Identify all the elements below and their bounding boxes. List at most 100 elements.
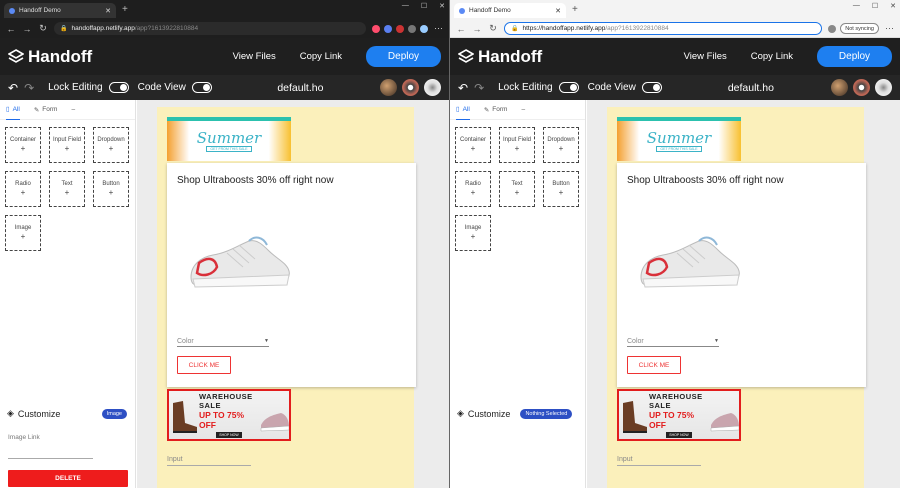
component-container[interactable]: Container +: [5, 127, 41, 163]
lock-editing-toggle[interactable]: [108, 82, 129, 93]
avatar[interactable]: [852, 79, 870, 96]
back-icon[interactable]: ←: [456, 24, 466, 34]
page-canvas[interactable]: Summer GET FROM THIS SALE Shop Ultraboos…: [607, 107, 866, 488]
component-radio[interactable]: Radio +: [455, 171, 491, 207]
component-image[interactable]: Image +: [455, 215, 491, 251]
summer-banner-image[interactable]: Summer GET FROM THIS SALE: [617, 117, 741, 161]
component-container[interactable]: Container +: [455, 127, 491, 163]
component-grid: Container + Input Field + Dropdown + Radio + Tex…: [450, 120, 585, 258]
view-files-link[interactable]: View Files: [684, 51, 727, 62]
menu-icon[interactable]: ⋯: [885, 23, 894, 34]
shoe-image[interactable]: [183, 227, 295, 295]
new-tab-icon[interactable]: +: [572, 4, 578, 15]
undo-icon[interactable]: ↶: [458, 81, 468, 95]
tab-more[interactable]: –: [71, 100, 75, 120]
shoe-image[interactable]: [633, 227, 745, 295]
avatar[interactable]: [830, 79, 848, 96]
browser-tab[interactable]: Handoff Demo ✕: [454, 3, 566, 18]
extension-icon[interactable]: [828, 24, 837, 33]
extension-icon[interactable]: [372, 24, 380, 33]
product-card[interactable]: Shop Ultraboosts 30% off right now Color…: [617, 163, 866, 387]
deploy-button[interactable]: Deploy: [366, 46, 441, 67]
avatar[interactable]: [874, 79, 892, 96]
logo[interactable]: Handoff: [8, 47, 92, 67]
reload-icon[interactable]: ↻: [488, 23, 498, 34]
all-icon: ▯: [6, 106, 10, 113]
component-radio[interactable]: Radio +: [5, 171, 41, 207]
menu-icon[interactable]: ⋯: [434, 23, 443, 34]
close-icon[interactable]: ✕: [555, 7, 561, 15]
code-view-toggle[interactable]: [641, 82, 662, 93]
click-me-button[interactable]: CLICK ME: [627, 356, 681, 374]
plus-icon: +: [558, 187, 564, 197]
new-tab-icon[interactable]: +: [122, 4, 128, 15]
copy-link-link[interactable]: Copy Link: [751, 51, 793, 62]
browser-tab[interactable]: Handoff Demo ✕: [4, 3, 116, 18]
minimize-icon[interactable]: —: [402, 2, 409, 10]
address-bar[interactable]: 🔒 handoffapp.netlify.app /app?1613922810…: [54, 22, 366, 35]
component-label: Text: [511, 180, 523, 187]
view-files-link[interactable]: View Files: [233, 51, 276, 62]
close-icon[interactable]: ✕: [105, 7, 111, 15]
deploy-button[interactable]: Deploy: [817, 46, 892, 67]
minimize-icon[interactable]: —: [853, 2, 860, 10]
redo-icon[interactable]: ↷: [24, 81, 34, 95]
input-field[interactable]: Input: [167, 456, 251, 466]
component-button[interactable]: Button +: [543, 171, 579, 207]
extension-icon[interactable]: [408, 24, 416, 33]
window-close-icon[interactable]: ✕: [890, 2, 896, 10]
delete-button[interactable]: DELETE: [8, 470, 128, 487]
extension-icon[interactable]: [384, 24, 392, 33]
redo-icon[interactable]: ↷: [474, 81, 484, 95]
code-view-toggle[interactable]: [191, 82, 212, 93]
tab-more[interactable]: –: [521, 100, 525, 120]
warehouse-sale-image[interactable]: WAREHOUSE SALE UP TO 75% OFF SHOP NOW: [617, 389, 741, 441]
component-input-field[interactable]: Input Field +: [499, 127, 535, 163]
lock-editing-toggle[interactable]: [558, 82, 579, 93]
tab-strip: Handoff Demo ✕ + — ☐ ✕: [450, 0, 900, 18]
maximize-icon[interactable]: ☐: [872, 2, 878, 10]
component-image[interactable]: Image +: [5, 215, 41, 251]
image-link-input[interactable]: [8, 458, 93, 459]
input-field[interactable]: Input: [617, 456, 701, 466]
color-select[interactable]: Color ▼: [627, 336, 719, 347]
avatar[interactable]: [423, 79, 441, 96]
avatar[interactable]: [379, 79, 397, 96]
avatar[interactable]: [401, 79, 419, 96]
product-card[interactable]: Shop Ultraboosts 30% off right now Color…: [167, 163, 416, 387]
tab-form[interactable]: ✎ Form: [484, 100, 508, 120]
forward-icon[interactable]: →: [22, 24, 32, 34]
warehouse-line1: WAREHOUSE SALE: [649, 392, 703, 410]
component-dropdown[interactable]: Dropdown +: [93, 127, 129, 163]
component-text[interactable]: Text +: [499, 171, 535, 207]
address-bar[interactable]: 🔒 https:// handoffapp.netlify.app /app?1…: [504, 22, 823, 35]
copy-link-link[interactable]: Copy Link: [300, 51, 342, 62]
maximize-icon[interactable]: ☐: [421, 2, 427, 10]
undo-icon[interactable]: ↶: [8, 81, 18, 95]
component-button[interactable]: Button +: [93, 171, 129, 207]
forward-icon[interactable]: →: [472, 24, 482, 34]
selection-badge: Image: [101, 408, 127, 419]
plus-icon: +: [514, 187, 520, 197]
click-me-button[interactable]: CLICK ME: [177, 356, 231, 374]
logo-text: Handoff: [478, 46, 543, 66]
code-view-label: Code View: [587, 82, 636, 93]
component-dropdown[interactable]: Dropdown +: [543, 127, 579, 163]
tab-all[interactable]: ▯ All: [456, 100, 470, 120]
color-select[interactable]: Color ▼: [177, 336, 269, 347]
customize-header: ◈ Customize Image: [7, 408, 127, 419]
window-close-icon[interactable]: ✕: [439, 2, 445, 10]
page-canvas[interactable]: Summer GET FROM THIS SALE Shop Ultraboos…: [157, 107, 416, 488]
warehouse-sale-image[interactable]: WAREHOUSE SALE UP TO 75% OFF SHOP NOW: [167, 389, 291, 441]
sync-button[interactable]: Not syncing: [840, 23, 879, 34]
tab-form[interactable]: ✎ Form: [34, 100, 58, 120]
component-input-field[interactable]: Input Field +: [49, 127, 85, 163]
extension-icon[interactable]: [396, 24, 404, 33]
summer-banner-image[interactable]: Summer GET FROM THIS SALE: [167, 117, 291, 161]
component-text[interactable]: Text +: [49, 171, 85, 207]
tab-all[interactable]: ▯ All: [6, 100, 20, 120]
logo[interactable]: Handoff: [458, 47, 542, 67]
extension-icon[interactable]: [420, 24, 428, 33]
reload-icon[interactable]: ↻: [38, 23, 48, 34]
back-icon[interactable]: ←: [6, 24, 16, 34]
